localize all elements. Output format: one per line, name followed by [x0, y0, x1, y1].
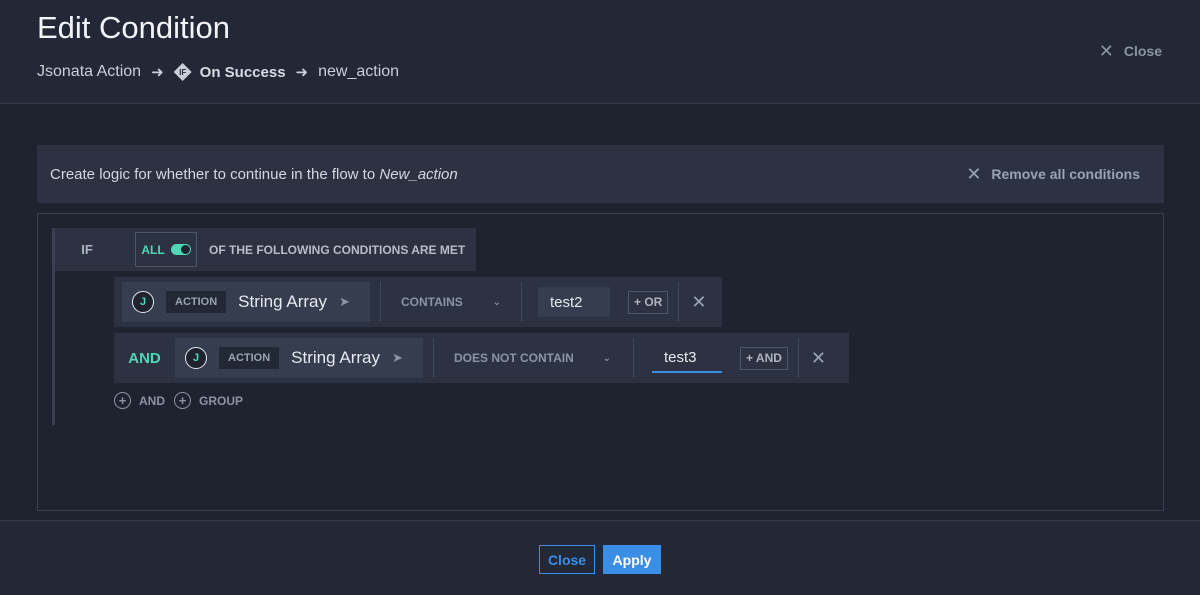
property-name: String Array: [291, 348, 380, 367]
property-name: String Array: [238, 292, 327, 311]
arrow-right-icon: ➜: [151, 64, 164, 81]
toggle-switch-icon: [170, 244, 191, 255]
jsonata-icon: J: [132, 291, 154, 313]
remove-condition-icon[interactable]: ✕: [811, 348, 826, 369]
chevron-down-icon: ⌄: [602, 352, 611, 364]
match-description: OF THE FOLLOWING CONDITIONS ARE MET: [209, 242, 466, 257]
breadcrumb-item-event[interactable]: On Success: [200, 64, 286, 81]
divider: [633, 338, 634, 378]
match-mode-label: ALL: [141, 242, 165, 257]
add-and-label: AND: [139, 393, 165, 408]
close-dialog-button[interactable]: ✕ Close: [1099, 42, 1162, 60]
breadcrumb-item-target[interactable]: new_action: [318, 63, 399, 81]
if-diamond-icon: IF: [173, 63, 192, 81]
breadcrumb-item-source[interactable]: Jsonata Action: [37, 63, 141, 81]
operator-select[interactable]: DOES NOT CONTAIN ⌄: [434, 338, 621, 378]
dialog-footer: Close Apply: [0, 520, 1200, 595]
add-group-label: GROUP: [199, 393, 244, 408]
remove-condition-icon[interactable]: ✕: [691, 292, 706, 313]
add-and-condition-button[interactable]: + AND: [114, 392, 165, 409]
value-input[interactable]: test2: [538, 287, 610, 317]
jsonata-icon: J: [185, 347, 207, 369]
add-group-button[interactable]: + GROUP: [174, 392, 243, 409]
operator-label: DOES NOT CONTAIN: [454, 351, 574, 365]
condition-row: J ACTION String Array ➤ CONTAINS ⌄ test2…: [114, 277, 722, 327]
if-label: IF: [55, 228, 119, 271]
add-and-button[interactable]: + AND: [740, 346, 788, 370]
plus-circle-icon: +: [114, 392, 131, 409]
source-tag: ACTION: [219, 347, 280, 369]
divider: [678, 282, 680, 322]
info-target: New_action: [379, 165, 458, 183]
info-bar: Create logic for whether to continue in …: [37, 145, 1164, 203]
add-or-button[interactable]: + OR: [628, 290, 669, 314]
page-title: Edit Condition: [37, 10, 231, 45]
remove-all-conditions-button[interactable]: ✕ Remove all conditions: [966, 165, 1140, 183]
condition-row: AND J ACTION String Array ➤ DOES NOT CON…: [114, 333, 849, 383]
match-mode-toggle[interactable]: ALL: [135, 232, 197, 267]
close-icon: ✕: [1098, 41, 1114, 61]
chevron-down-icon: ⌄: [492, 296, 501, 308]
remove-all-label: Remove all conditions: [991, 166, 1140, 182]
arrow-right-icon: ➜: [295, 64, 309, 81]
add-controls: + AND + GROUP: [114, 392, 243, 409]
apply-button[interactable]: Apply: [603, 545, 661, 574]
property-picker[interactable]: J ACTION String Array ➤: [122, 282, 370, 322]
divider: [797, 338, 799, 378]
close-button[interactable]: Close: [539, 545, 595, 574]
dialog-header: Edit Condition Jsonata Action ➜ IF On Su…: [0, 0, 1200, 104]
operator-label: CONTAINS: [401, 295, 463, 309]
operator-select[interactable]: CONTAINS ⌄: [381, 282, 511, 322]
source-tag: ACTION: [166, 291, 227, 313]
property-picker[interactable]: J ACTION String Array ➤: [175, 338, 423, 378]
divider: [521, 282, 522, 322]
pointer-icon: ➤: [338, 294, 350, 309]
value-input[interactable]: test3: [652, 343, 722, 373]
if-header: ALL OF THE FOLLOWING CONDITIONS ARE MET: [119, 228, 476, 271]
close-icon: ✕: [966, 164, 982, 184]
info-prefix: Create logic for whether to continue in …: [50, 165, 376, 183]
plus-circle-icon: +: [174, 392, 191, 409]
pointer-icon: ➤: [391, 350, 403, 365]
close-dialog-label: Close: [1123, 43, 1162, 59]
condition-editor: IF ALL OF THE FOLLOWING CONDITIONS ARE M…: [37, 213, 1164, 511]
connector-label: AND: [128, 349, 161, 367]
breadcrumb: Jsonata Action ➜ IF On Success ➜ new_act…: [37, 63, 399, 81]
info-text: Create logic for whether to continue in …: [50, 166, 458, 183]
